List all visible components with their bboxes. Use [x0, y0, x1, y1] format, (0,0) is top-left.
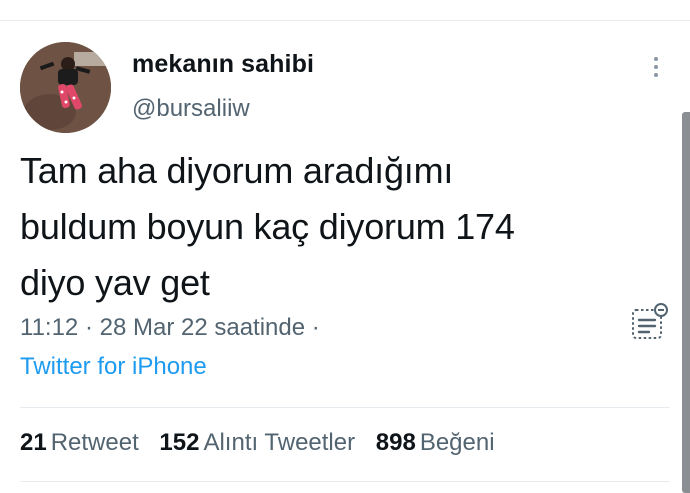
engagement-stats: 21 Retweet 152 Alıntı Tweetler 898 Beğeni	[20, 429, 509, 457]
tweet-text: Tam aha diyorum aradığımı buldum boyun k…	[20, 143, 640, 311]
separator: ·	[311, 314, 320, 341]
user-handle[interactable]: @bursaliiw	[132, 95, 250, 123]
like-count: 898	[375, 429, 416, 456]
tweet-text-line: diyo yav get	[20, 262, 210, 303]
quote-count: 152	[159, 429, 200, 456]
tweet-date: 28 Mar 22 saatinde	[99, 314, 306, 341]
avatar[interactable]	[20, 42, 111, 133]
bottom-divider	[20, 481, 670, 482]
analytics-button[interactable]	[628, 300, 670, 342]
quote-label: Alıntı Tweetler	[203, 429, 356, 456]
tweet-source-link[interactable]: Twitter for iPhone	[20, 353, 207, 381]
scrollbar[interactable]	[682, 112, 690, 493]
more-options-button[interactable]	[641, 52, 671, 82]
display-name[interactable]: mekanın sahibi	[132, 50, 314, 79]
tweet-time: 11:12	[20, 314, 79, 341]
tweet-text-line: Tam aha diyorum aradığımı	[20, 150, 454, 191]
tweet-text-line: buldum boyun kaç diyorum 174	[20, 206, 515, 247]
avatar-photo-icon	[20, 42, 111, 133]
analytics-icon	[632, 303, 668, 339]
like-label: Beğeni	[419, 429, 495, 456]
more-vertical-icon	[654, 57, 658, 61]
retweets-stat[interactable]: 21 Retweet	[20, 429, 139, 457]
stats-divider	[20, 407, 670, 408]
retweet-label: Retweet	[50, 429, 139, 456]
retweet-count: 21	[20, 429, 47, 456]
tweet-timestamp[interactable]: 11:12 · 28 Mar 22 saatinde ·	[20, 314, 320, 342]
likes-stat[interactable]: 898 Beğeni	[376, 429, 495, 457]
quote-tweets-stat[interactable]: 152 Alıntı Tweetler	[159, 429, 355, 457]
separator: ·	[84, 314, 93, 341]
top-divider	[0, 20, 690, 21]
